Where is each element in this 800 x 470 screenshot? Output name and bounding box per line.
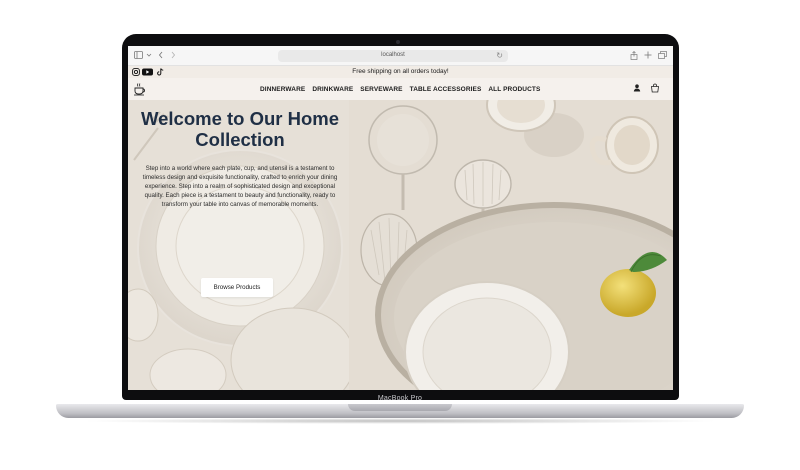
browse-products-button[interactable]: Browse Products bbox=[201, 278, 273, 297]
tableware-illustration bbox=[349, 100, 673, 390]
nav-item-all-products[interactable]: ALL PRODUCTS bbox=[488, 86, 540, 93]
nav-menu: DINNERWARE DRINKWARE SERVEWARE TABLE ACC… bbox=[260, 86, 540, 93]
url-text: localhost bbox=[381, 52, 405, 58]
laptop-mockup: localhost ↻ Free shipping on all orders … bbox=[0, 0, 800, 470]
new-tab-icon[interactable] bbox=[644, 51, 652, 61]
forward-icon[interactable] bbox=[170, 51, 176, 61]
account-icon[interactable] bbox=[632, 83, 642, 93]
chevron-down-icon[interactable] bbox=[146, 51, 152, 61]
hero-right-photo bbox=[349, 100, 673, 390]
hero-title: Welcome to Our Home Collection bbox=[140, 108, 340, 150]
laptop-shadow bbox=[80, 418, 720, 424]
hero-body: Step into a world where each plate, cup,… bbox=[142, 165, 338, 208]
nav-item-drinkware[interactable]: DRINKWARE bbox=[312, 86, 353, 93]
camera-icon bbox=[396, 40, 400, 44]
laptop-model-label: MacBook Pro bbox=[377, 395, 423, 402]
hero-left-photo: Welcome to Our Home Collection Step into… bbox=[128, 100, 349, 390]
coffee-cup-logo-icon[interactable] bbox=[133, 82, 147, 96]
laptop-screen: localhost ↻ Free shipping on all orders … bbox=[128, 46, 673, 390]
hero-section: Welcome to Our Home Collection Step into… bbox=[128, 100, 673, 390]
back-icon[interactable] bbox=[158, 51, 164, 61]
announcement-bar: Free shipping on all orders today! bbox=[128, 66, 673, 78]
share-icon[interactable] bbox=[630, 51, 638, 62]
address-bar[interactable]: localhost ↻ bbox=[278, 50, 508, 62]
sidebar-icon[interactable] bbox=[134, 51, 143, 61]
nav-item-serveware[interactable]: SERVEWARE bbox=[360, 86, 402, 93]
cart-icon[interactable] bbox=[650, 83, 660, 93]
announcement-text: Free shipping on all orders today! bbox=[352, 68, 449, 75]
reload-icon[interactable]: ↻ bbox=[496, 51, 503, 60]
nav-item-table-accessories[interactable]: TABLE ACCESSORIES bbox=[410, 86, 482, 93]
nav-item-dinnerware[interactable]: DINNERWARE bbox=[260, 86, 305, 93]
laptop-opening-notch bbox=[348, 404, 452, 411]
tabs-icon[interactable] bbox=[658, 51, 667, 61]
browser-toolbar: localhost ↻ bbox=[128, 46, 673, 66]
main-nav: DINNERWARE DRINKWARE SERVEWARE TABLE ACC… bbox=[128, 78, 673, 100]
hero-copy: Welcome to Our Home Collection Step into… bbox=[140, 108, 340, 209]
